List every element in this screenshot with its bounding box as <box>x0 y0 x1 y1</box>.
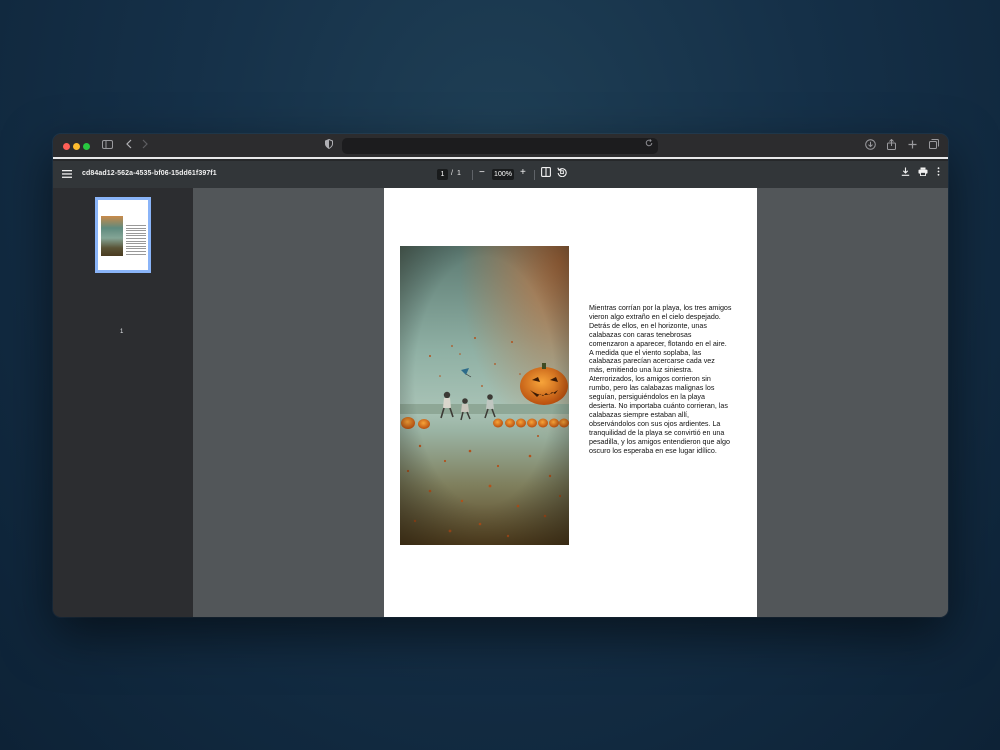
zoom-level-input[interactable]: 100% <box>492 169 514 180</box>
close-window-button[interactable] <box>63 143 70 150</box>
page-total: 1 <box>457 170 461 177</box>
toolbar-divider <box>534 170 535 180</box>
sidebar-icon[interactable] <box>102 139 113 153</box>
new-tab-icon[interactable] <box>908 139 917 153</box>
story-paragraph: Mientras corrían por la playa, los tres … <box>589 304 732 455</box>
back-icon[interactable] <box>126 139 132 153</box>
document-title: cd84ad12-562a-4535-bf06-15dd61f397f1 <box>82 170 217 177</box>
print-icon[interactable] <box>918 167 928 179</box>
page-separator: / <box>451 170 453 177</box>
fit-to-page-icon[interactable] <box>541 167 551 180</box>
zoom-out-button[interactable]: − <box>479 167 485 178</box>
browser-toolbar <box>53 134 948 159</box>
toolbar-divider <box>472 170 473 180</box>
thumbnail-page-number: 1 <box>120 329 124 335</box>
reload-icon[interactable] <box>645 139 653 150</box>
menu-icon[interactable] <box>62 167 72 181</box>
forward-icon[interactable] <box>142 139 148 153</box>
pdf-toolbar: cd84ad12-562a-4535-bf06-15dd61f397f1 1 /… <box>53 161 948 188</box>
zoom-in-button[interactable]: + <box>520 167 526 178</box>
thumbnail-illustration <box>101 216 123 256</box>
thumbnail-sidebar: 1 <box>53 188 193 617</box>
tabs-overview-icon[interactable] <box>929 139 939 153</box>
pdf-page: Mientras corrían por la playa, los tres … <box>384 188 757 617</box>
share-icon[interactable] <box>887 138 896 154</box>
address-bar[interactable] <box>342 138 658 154</box>
page-number-input[interactable]: 1 <box>437 169 448 180</box>
more-options-icon[interactable] <box>937 167 940 179</box>
download-icon[interactable] <box>865 139 876 154</box>
privacy-shield-icon[interactable] <box>325 138 333 153</box>
minimize-window-button[interactable] <box>73 143 80 150</box>
page-thumbnail[interactable] <box>95 197 151 273</box>
download-pdf-icon[interactable] <box>901 167 910 179</box>
rotate-icon[interactable] <box>557 167 567 180</box>
browser-window: cd84ad12-562a-4535-bf06-15dd61f397f1 1 /… <box>53 134 948 617</box>
halloween-beach-illustration <box>400 246 569 545</box>
pdf-viewer-area[interactable]: Mientras corrían por la playa, los tres … <box>193 188 948 617</box>
thumbnail-text-lines <box>126 225 146 256</box>
maximize-window-button[interactable] <box>83 143 90 150</box>
